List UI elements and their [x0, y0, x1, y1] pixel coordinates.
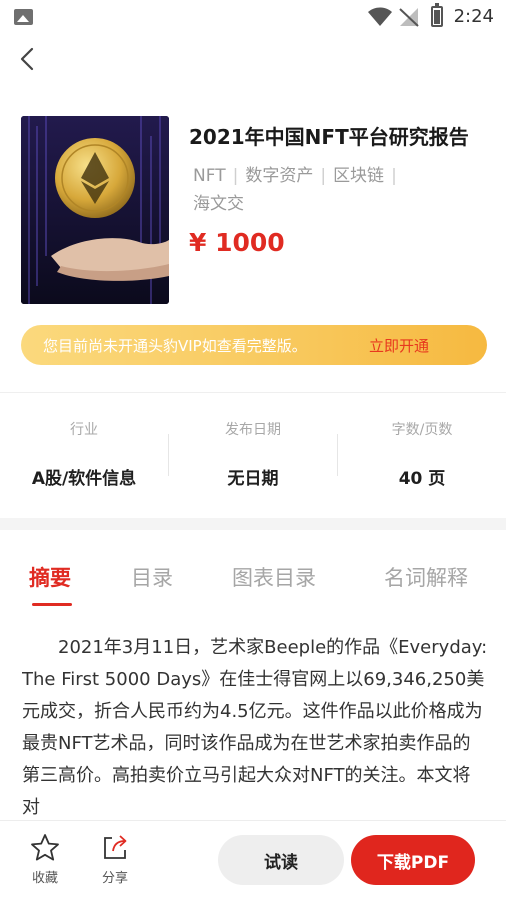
report-title: 2021年中国NFT平台研究报告 — [189, 125, 469, 149]
info-industry: 行业 A股/软件信息 — [0, 418, 168, 489]
status-bar: 2:24 — [0, 0, 506, 34]
battery-icon — [431, 3, 443, 27]
status-time: 2:24 — [453, 6, 494, 27]
share-button[interactable]: 分享 — [93, 833, 137, 886]
info-label: 字数/页数 — [391, 422, 453, 438]
chevron-left-icon — [20, 47, 34, 71]
info-value: 40 页 — [398, 469, 446, 489]
section-divider — [0, 518, 506, 530]
vip-banner[interactable]: 您目前尚未开通头豹VIP如查看完整版。 立即开通 — [21, 325, 487, 365]
tag-separator: | — [232, 166, 239, 186]
tag-separator: | — [391, 166, 397, 186]
favorite-button[interactable]: 收藏 — [23, 833, 67, 886]
price: ¥ 1000 — [189, 228, 285, 257]
tag-item[interactable]: 海文交 — [193, 194, 244, 214]
back-button[interactable] — [12, 42, 46, 76]
star-icon — [31, 834, 59, 861]
favorite-label: 收藏 — [31, 871, 58, 886]
share-label: 分享 — [101, 871, 128, 886]
ethereum-coin-icon — [21, 116, 169, 304]
tag-item[interactable]: 区块链 — [333, 166, 384, 186]
image-icon — [14, 9, 33, 25]
wifi-icon — [368, 7, 392, 26]
tab-contents[interactable]: 目录 — [131, 562, 173, 592]
info-value: 无日期 — [227, 469, 279, 489]
info-label: 行业 — [70, 422, 98, 438]
info-value: A股/软件信息 — [31, 469, 137, 489]
vip-banner-text: 您目前尚未开通头豹VIP如查看完整版。 — [43, 337, 307, 355]
abstract-text: 2021年3月11日，艺术家Beeple的作品《Everyday: The Fi… — [22, 637, 488, 818]
info-label: 发布日期 — [225, 422, 281, 438]
vip-open-link[interactable]: 立即开通 — [369, 335, 429, 356]
info-publish-date: 发布日期 无日期 — [169, 418, 337, 489]
no-signal-icon — [399, 8, 419, 27]
active-tab-indicator — [32, 603, 72, 606]
divider — [0, 392, 506, 393]
trial-read-button[interactable]: 试读 — [218, 835, 344, 885]
share-icon — [104, 835, 127, 859]
tag-list: NFT | 数字资产 | 区块链 | 海文交 — [193, 162, 433, 218]
tag-item[interactable]: 数字资产 — [245, 166, 313, 186]
tag-item[interactable]: NFT — [193, 166, 226, 186]
tag-separator: | — [320, 166, 327, 186]
tab-glossary[interactable]: 名词解释 — [384, 562, 468, 592]
bottom-action-bar: 收藏 分享 试读 下载PDF — [0, 820, 506, 900]
download-pdf-button[interactable]: 下载PDF — [351, 835, 475, 885]
book-cover — [21, 116, 169, 304]
tab-figures[interactable]: 图表目录 — [232, 562, 316, 592]
info-page-count: 字数/页数 40 页 — [338, 418, 506, 489]
tab-abstract[interactable]: 摘要 — [29, 562, 71, 592]
